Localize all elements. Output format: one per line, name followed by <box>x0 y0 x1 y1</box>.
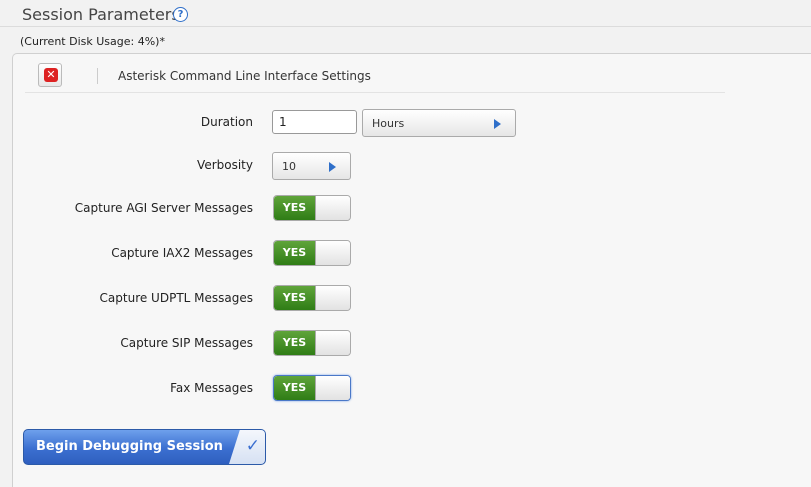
duration-unit-value: Hours <box>372 117 405 130</box>
capture-sip-label: Capture SIP Messages <box>120 336 253 350</box>
duration-label: Duration <box>200 115 253 129</box>
page-title: Session Parameters <box>22 5 180 24</box>
capture-sip-toggle[interactable]: YES <box>273 330 351 356</box>
capture-iax2-label: Capture IAX2 Messages <box>111 246 253 260</box>
page-header: Session Parameters ? <box>0 0 811 27</box>
toggle-knob <box>315 331 350 355</box>
capture-iax2-toggle[interactable]: YES <box>273 240 351 266</box>
toggle-yes-text: YES <box>274 376 315 400</box>
toggle-yes-text: YES <box>274 286 315 310</box>
panel-title: Asterisk Command Line Interface Settings <box>118 69 371 83</box>
toggle-knob <box>315 196 350 220</box>
checkmark-icon: ✓ <box>245 436 260 456</box>
verbosity-value: 10 <box>282 160 296 173</box>
triangle-right-icon <box>494 119 501 129</box>
help-icon[interactable]: ? <box>173 7 188 22</box>
toggle-knob <box>315 376 350 400</box>
close-icon: ✕ <box>44 68 58 82</box>
toggle-yes-text: YES <box>274 331 315 355</box>
capture-udptl-toggle[interactable]: YES <box>273 285 351 311</box>
fax-messages-label: Fax Messages <box>170 381 253 395</box>
toggle-yes-text: YES <box>274 241 315 265</box>
begin-debugging-label: Begin Debugging Session <box>36 439 223 454</box>
duration-unit-select[interactable]: Hours <box>362 109 516 137</box>
duration-input[interactable] <box>272 110 357 134</box>
toggle-knob <box>315 241 350 265</box>
capture-udptl-label: Capture UDPTL Messages <box>99 291 253 305</box>
disk-usage-text: (Current Disk Usage: 4%)* <box>20 35 165 48</box>
toolbar-separator <box>97 68 98 84</box>
verbosity-select[interactable]: 10 <box>272 152 351 180</box>
triangle-right-icon <box>329 162 336 172</box>
capture-agi-toggle[interactable]: YES <box>273 195 351 221</box>
fax-messages-toggle[interactable]: YES <box>273 375 351 401</box>
close-button[interactable]: ✕ <box>38 63 62 87</box>
begin-debugging-button[interactable]: Begin Debugging Session ✓ <box>23 429 266 465</box>
verbosity-label: Verbosity <box>197 158 253 172</box>
capture-agi-label: Capture AGI Server Messages <box>74 201 253 215</box>
toggle-knob <box>315 286 350 310</box>
toggle-yes-text: YES <box>274 196 315 220</box>
